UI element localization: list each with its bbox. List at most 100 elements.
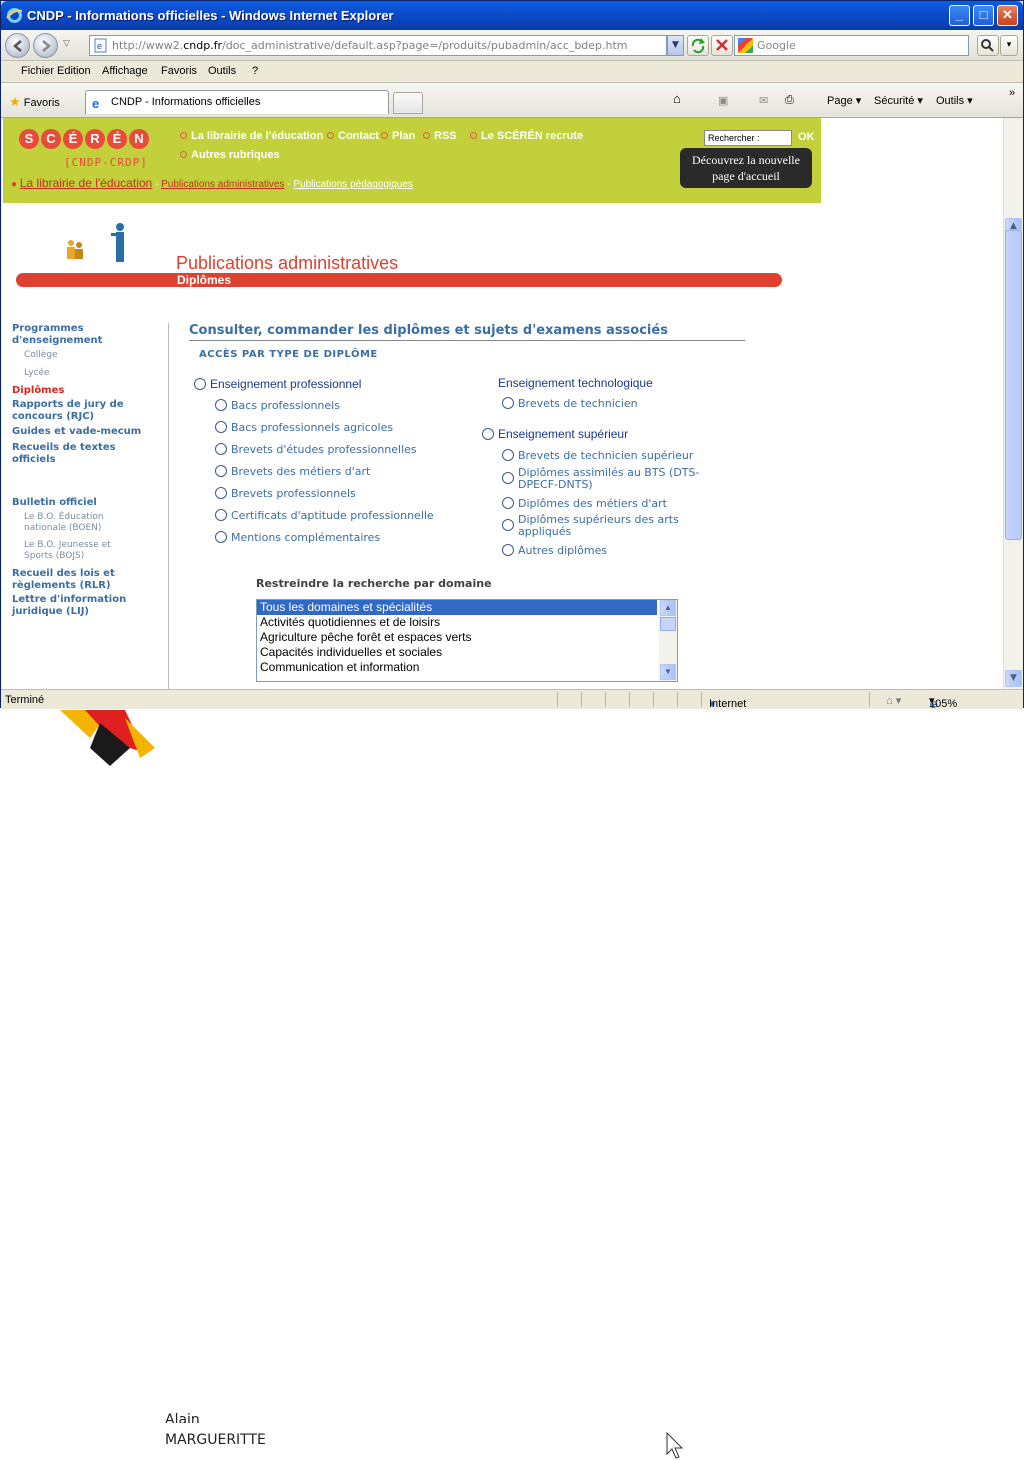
google-icon — [738, 38, 753, 53]
security-menu[interactable]: Sécurité ▾ — [874, 94, 923, 107]
radio-dma[interactable]: Diplômes des métiers d'art — [502, 497, 667, 510]
menu-help[interactable]: ? — [252, 65, 258, 77]
menu-outils[interactable]: Outils — [208, 65, 236, 77]
address-input[interactable]: e http://www2.cndp.fr/doc_administrative… — [89, 35, 667, 56]
list-item[interactable]: Agriculture pêche forêt et espaces verts — [257, 630, 657, 645]
new-tab-button[interactable] — [393, 92, 423, 114]
listbox-thumb[interactable] — [660, 617, 676, 631]
domain-listbox[interactable]: Tous les domaines et spécialités Activit… — [256, 599, 678, 682]
list-item[interactable]: Activités quotidiennes et de loisirs — [257, 615, 657, 630]
maximize-button[interactable]: □ — [973, 5, 994, 26]
favorites-bar: ★ Favoris e CNDP - Informations officiel… — [1, 83, 1023, 118]
sidebar-item-guides[interactable]: Guides et vade-mecum — [12, 426, 141, 438]
radio-sup[interactable]: Enseignement supérieur — [482, 427, 628, 441]
stop-button[interactable] — [711, 35, 733, 56]
tab-cndp[interactable]: e CNDP - Informations officielles — [85, 90, 389, 114]
status-bar: Terminé ● Internet ⌂ ▾ ⊕ 105% ▾ — [1, 689, 1023, 711]
sceren-logo[interactable]: SCÉRÉN [CNDP-CRDP] — [19, 128, 151, 169]
sidebar-item-bojs[interactable]: Le B.O. Jeunesse et Sports (BOJS) — [24, 540, 111, 562]
new-homepage-banner[interactable]: Découvrez la nouvelle page d'accueil — [680, 148, 812, 188]
radio-bp[interactable]: Brevets professionnels — [215, 487, 356, 500]
tab-ie-icon: e — [92, 96, 100, 111]
list-item[interactable]: Communication et information — [257, 660, 657, 675]
section-title: Publications administratives — [176, 253, 399, 273]
forward-button[interactable] — [33, 33, 58, 58]
menu-edition[interactable]: Edition — [57, 65, 91, 77]
sidebar-item-boen[interactable]: Le B.O. Éducation nationale (BOEN) — [24, 512, 104, 534]
menu-favoris[interactable]: Favoris — [161, 65, 197, 77]
listbox-scrollbar[interactable]: ▲ ▼ — [659, 600, 677, 681]
radio-cap[interactable]: Certificats d'aptitude professionnelle — [215, 509, 434, 522]
sidebar-item-diplomes[interactable]: Diplômes — [12, 385, 64, 397]
nav-recrute[interactable]: Le SCÉRÉN recrute — [470, 130, 583, 142]
back-arrow-icon — [13, 40, 22, 52]
scroll-down-icon[interactable]: ▼ — [660, 664, 676, 680]
minimize-button[interactable]: _ — [949, 5, 970, 26]
sidebar-item-programmes[interactable]: Programmes d'enseignement — [12, 323, 102, 347]
menu-affichage[interactable]: Affichage — [102, 65, 148, 77]
radio-bma[interactable]: Brevets des métiers d'art — [215, 465, 370, 478]
radio-mc[interactable]: Mentions complémentaires — [215, 531, 380, 544]
list-item[interactable]: Tous les domaines et spécialités — [257, 600, 657, 615]
home-icon[interactable]: ⌂ — [673, 91, 681, 106]
mouse-cursor-icon — [666, 1432, 684, 1459]
author-name: Alain MARGUERITTE — [165, 1412, 266, 1448]
scroll-thumb[interactable] — [1005, 230, 1022, 540]
crumb-peda[interactable]: Publications pédagogiques — [293, 179, 413, 190]
radio-dts[interactable]: Diplômes assimilés au BTS (DTS- DPECF-DNT… — [502, 467, 699, 491]
nav-autres[interactable]: Autres rubriques — [180, 149, 280, 161]
search-options-button[interactable]: ▾ — [1000, 35, 1018, 56]
radio-bacs-pro[interactable]: Bacs professionnels — [215, 399, 340, 412]
list-item[interactable]: Capacités individuelles et sociales — [257, 645, 657, 660]
sidebar-item-lij[interactable]: Lettre d'information juridique (LIJ) — [12, 594, 126, 618]
main-title: Consulter, commander les diplômes et suj… — [189, 323, 668, 338]
nav-contact[interactable]: Contact — [327, 130, 379, 142]
sidebar-item-rlr[interactable]: Recueil des lois et règlements (RLR) — [12, 568, 115, 592]
sidebar-item-recueils[interactable]: Recueils de textes officiels — [12, 442, 116, 466]
search-button[interactable] — [977, 35, 999, 56]
sidebar-divider — [168, 323, 169, 689]
nav-rss[interactable]: RSS — [423, 130, 457, 142]
radio-pro[interactable]: Enseignement professionnel — [194, 377, 361, 391]
print-icon[interactable]: ⎙ — [785, 94, 794, 107]
mail-icon[interactable]: ✉ — [759, 94, 768, 107]
ie-logo-icon — [6, 8, 23, 23]
sidebar-item-bulletin[interactable]: Bulletin officiel — [12, 497, 97, 509]
search-input[interactable]: Google — [734, 35, 969, 56]
radio-bts[interactable]: Brevets de technicien supérieur — [502, 449, 693, 462]
close-button[interactable]: ✕ — [997, 5, 1018, 26]
history-dropdown-icon[interactable]: ▽ — [63, 39, 70, 49]
crumb-admin[interactable]: Publications administratives — [161, 179, 284, 190]
tools-menu[interactable]: Outils ▾ — [936, 94, 973, 107]
radio-bacs-pro-agri[interactable]: Bacs professionnels agricoles — [215, 421, 393, 434]
forward-arrow-icon — [42, 40, 51, 52]
page-scrollbar[interactable]: ▲ ▼ — [1003, 118, 1023, 689]
radio-autres[interactable]: Autres diplômes — [502, 544, 607, 557]
radio-bt[interactable]: Brevets de technicien — [502, 397, 638, 410]
browser-window: CNDP - Informations officielles - Window… — [0, 0, 1024, 711]
feeds-icon[interactable]: ▣ — [718, 94, 728, 107]
crumb-librairie[interactable]: La librairie de l'éducation — [20, 176, 152, 190]
sidebar-item-rapports[interactable]: Rapports de jury de concours (RJC) — [12, 399, 124, 423]
radio-bep[interactable]: Brevets d'études professionnelles — [215, 443, 417, 456]
nav-librairie[interactable]: La librairie de l'éducation — [180, 130, 323, 142]
protected-mode-icon[interactable]: ⌂ ▾ — [886, 694, 901, 707]
back-button[interactable] — [5, 33, 30, 58]
sidebar-item-lycee[interactable]: Lycée — [24, 368, 50, 379]
search-ok-button[interactable]: OK — [798, 131, 815, 143]
favorites-button[interactable]: ★ Favoris — [9, 94, 60, 110]
menu-fichier[interactable]: Fichier — [21, 65, 54, 77]
site-search-input[interactable]: Rechercher : — [704, 130, 792, 146]
menu-bar: Fichier Edition Affichage Favoris Outils… — [1, 61, 1023, 83]
sidebar-item-college[interactable]: Collège — [24, 350, 58, 361]
radio-dsaa[interactable]: Diplômes supérieurs des arts appliqués — [502, 514, 679, 538]
chevron-more-icon[interactable]: » — [1009, 87, 1015, 99]
scroll-down-icon[interactable]: ▼ — [1005, 670, 1022, 687]
address-dropdown-button[interactable]: ▼ — [667, 35, 684, 56]
scroll-up-icon[interactable]: ▲ — [660, 600, 676, 616]
page-menu[interactable]: Page ▾ — [827, 94, 861, 107]
zoom-control[interactable]: ⊕ 105% ▾ — [929, 694, 957, 711]
refresh-button[interactable] — [687, 35, 709, 56]
nav-plan[interactable]: Plan — [381, 130, 415, 142]
restrict-heading: Restreindre la recherche par domaine — [256, 577, 492, 590]
